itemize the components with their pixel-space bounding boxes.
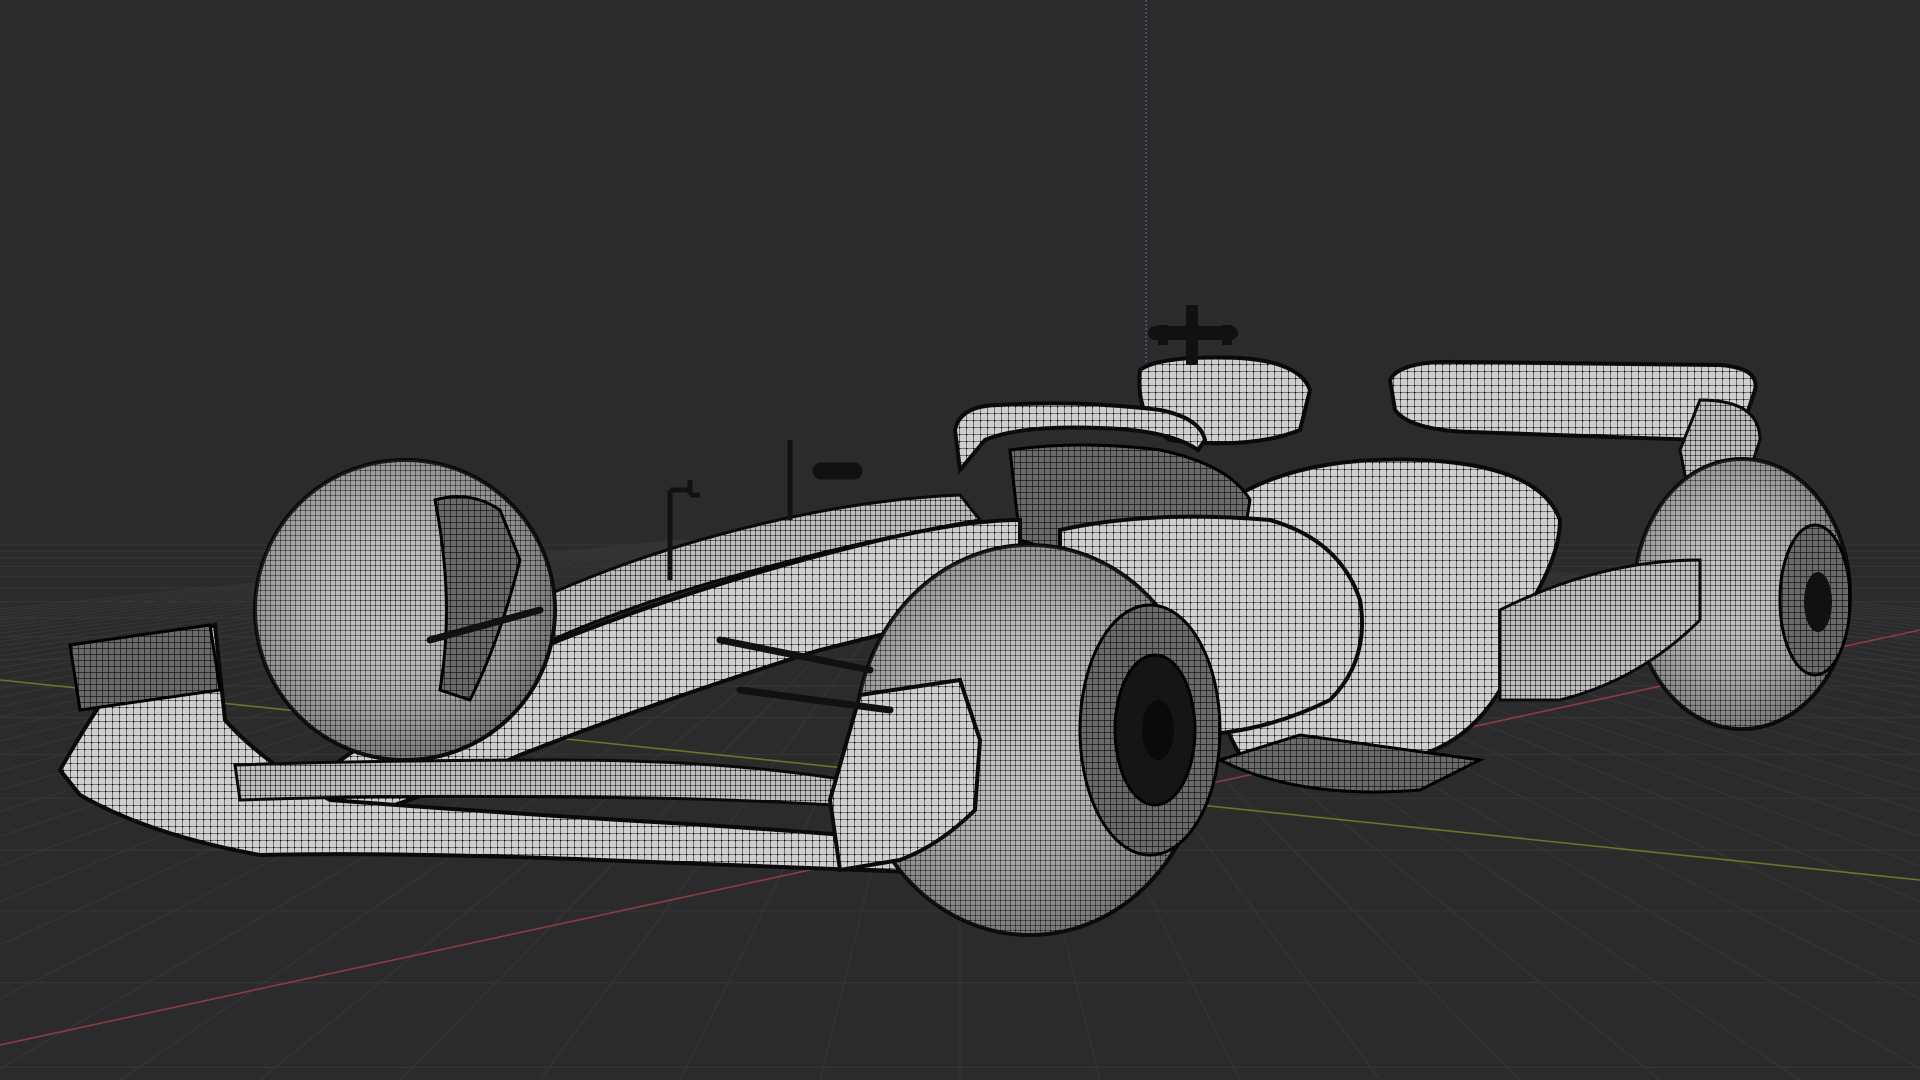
viewport-canvas[interactable] bbox=[0, 0, 1920, 1080]
3d-viewport[interactable] bbox=[0, 0, 1920, 1080]
front-left-tire[interactable] bbox=[253, 458, 557, 762]
